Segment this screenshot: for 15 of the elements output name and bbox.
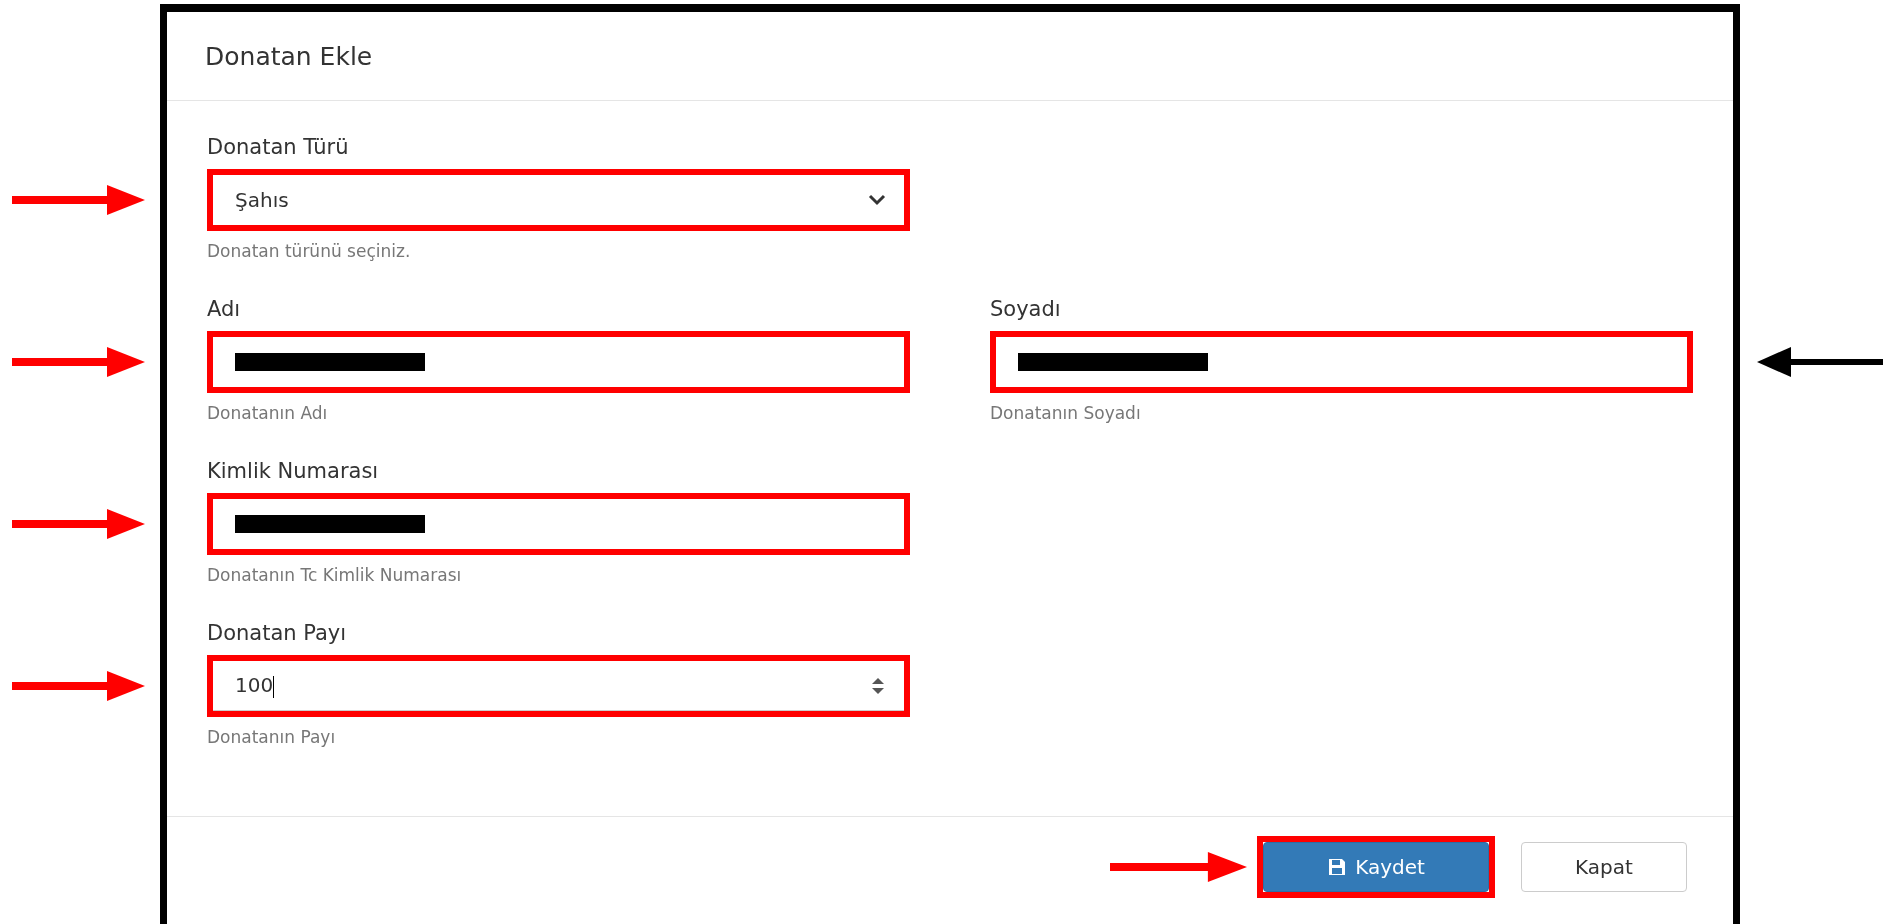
help-text: Donatanın Adı xyxy=(207,403,329,423)
chevron-down-icon xyxy=(868,194,886,206)
help-text: Donatanın Tc Kimlik Numarası xyxy=(207,565,463,585)
help-text: Donatanın Soyadı xyxy=(990,403,1142,423)
field-label: Soyadı xyxy=(990,297,1062,321)
field-label: Adı xyxy=(207,297,242,321)
field-label: Donatan Türü xyxy=(207,135,350,159)
dialog-title: Donatan Ekle xyxy=(205,41,373,71)
help-text: Donatanın Payı xyxy=(207,727,337,747)
spinner-icon xyxy=(870,675,886,696)
field-label: Kimlik Numarası xyxy=(207,459,380,483)
close-button[interactable]: Kapat xyxy=(1521,842,1687,892)
save-button[interactable]: Kaydet xyxy=(1263,842,1489,892)
help-text: Donatan türünü seçiniz. xyxy=(207,241,412,261)
field-label: Donatan Payı xyxy=(207,621,348,645)
